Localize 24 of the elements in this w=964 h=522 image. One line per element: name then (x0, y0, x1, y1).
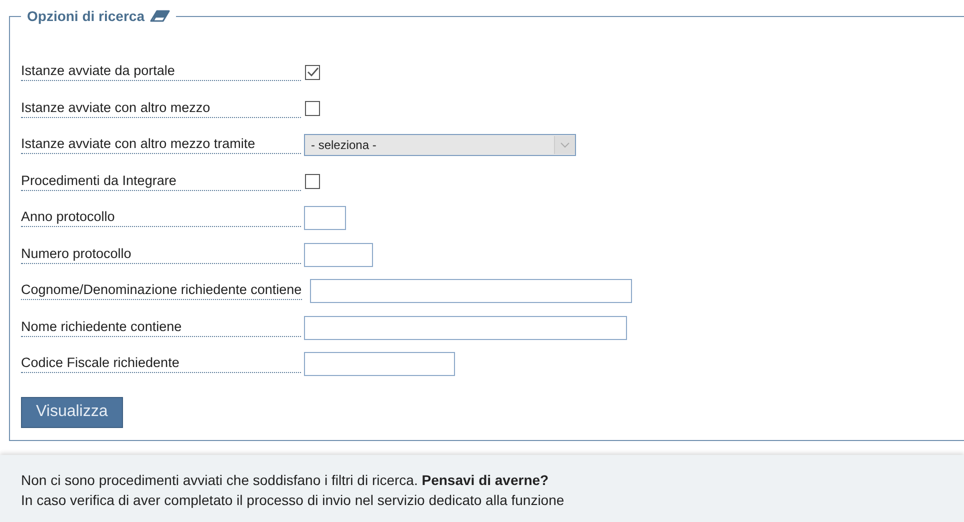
input-field[interactable] (304, 316, 627, 340)
field-label: Anno protocollo (21, 209, 301, 228)
message-text: In caso verifica di aver completato il processo di invio nel servizio dedicato alla funzione (21, 491, 566, 510)
visualizza-button[interactable]: Visualizza (21, 396, 123, 428)
input-field[interactable] (304, 242, 373, 267)
field-label: Istanze avviate con altro mezzo (21, 100, 301, 118)
input-field[interactable] (304, 206, 346, 230)
eraser-icon[interactable] (150, 10, 170, 22)
checkbox[interactable] (305, 64, 320, 80)
message-text: Non ci sono procedimenti avviati che soddisfano i filtri di ricerca. Pensavi di averne? (21, 471, 550, 490)
caret-icon (560, 142, 570, 148)
field-label: Istanze avviate con altro mezzo tramite (21, 136, 301, 154)
input-field[interactable] (310, 279, 632, 304)
field-label: Numero protocollo (21, 246, 301, 264)
dropdown[interactable]: - seleziona - (304, 134, 576, 156)
panel-title: Opzioni di ricerca (27, 8, 144, 24)
field-label: Procedimenti da Integrare (21, 172, 301, 191)
checkbox[interactable] (305, 174, 320, 190)
input-field[interactable] (304, 352, 455, 376)
field-label: Istanze avviate da portale (21, 63, 301, 82)
field-label: Nome richiedente contiene (21, 318, 301, 337)
field-label: Codice Fiscale richiedente (21, 355, 301, 374)
field-label: Cognome/Denominazione richiedente contiene (21, 282, 302, 300)
checkbox[interactable] (305, 101, 320, 116)
